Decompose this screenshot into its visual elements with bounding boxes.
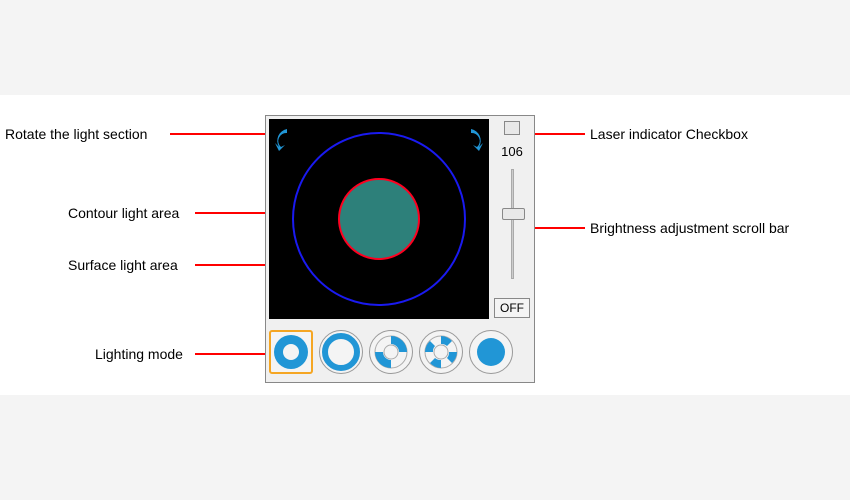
label-brightness: Brightness adjustment scroll bar	[590, 220, 789, 236]
mode-quad-ring[interactable]	[369, 330, 413, 374]
laser-checkbox[interactable]	[504, 121, 520, 135]
mode-octo-ring[interactable]	[419, 330, 463, 374]
light-svg	[269, 119, 489, 319]
brightness-value: 106	[492, 144, 532, 159]
arrow-mode	[195, 353, 275, 355]
label-mode: Lighting mode	[95, 346, 183, 362]
lighting-mode-row	[269, 326, 529, 378]
side-controls: 106	[492, 119, 532, 319]
label-contour: Contour light area	[68, 205, 179, 221]
lighting-panel: 106 OFF	[265, 115, 535, 383]
rotate-left-icon[interactable]	[275, 129, 287, 151]
contour-circle[interactable]	[339, 179, 419, 259]
mode-solid[interactable]	[469, 330, 513, 374]
off-button[interactable]: OFF	[494, 298, 530, 318]
mode-full-ring[interactable]	[269, 330, 313, 374]
mode-thin-ring[interactable]	[319, 330, 363, 374]
label-laser: Laser indicator Checkbox	[590, 126, 748, 142]
slider-thumb[interactable]	[502, 208, 525, 220]
brightness-slider[interactable]	[511, 169, 514, 279]
label-surface: Surface light area	[68, 257, 178, 273]
label-rotate: Rotate the light section	[5, 126, 147, 142]
rotate-right-icon[interactable]	[471, 129, 483, 151]
light-display[interactable]	[269, 119, 489, 319]
